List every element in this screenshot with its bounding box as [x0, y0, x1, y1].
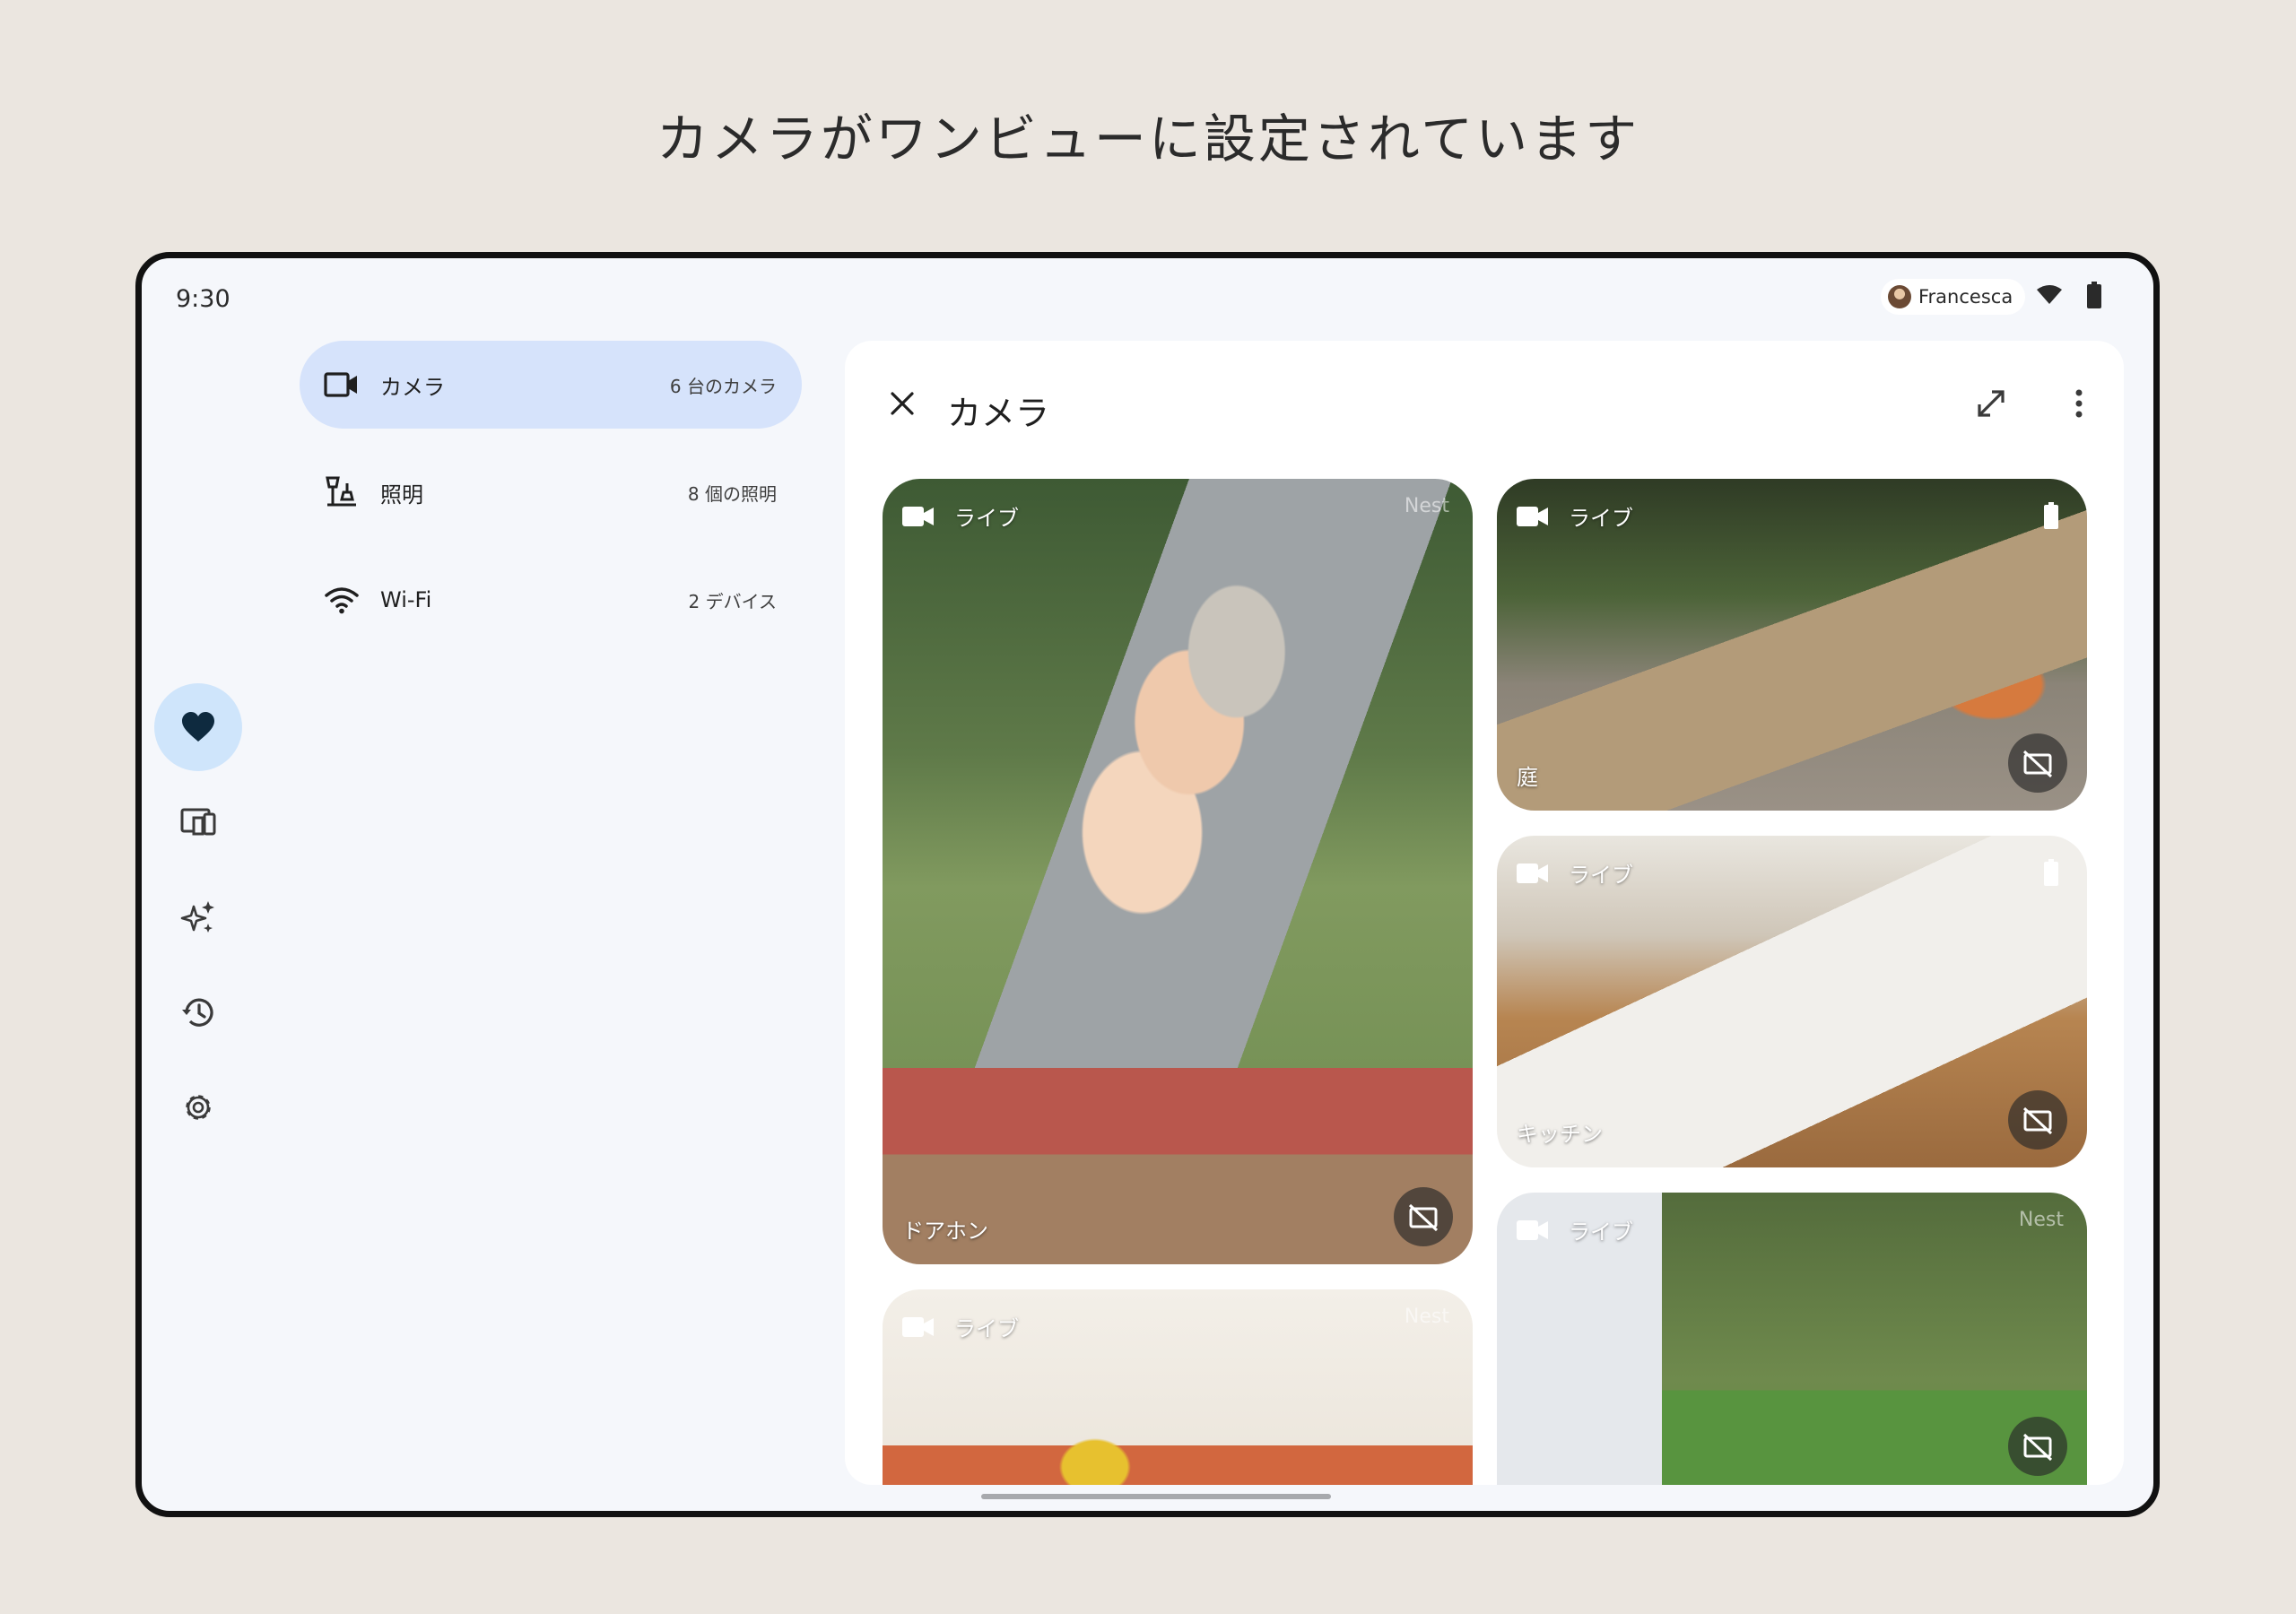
list-item-label: Wi-Fi — [380, 587, 432, 612]
video-icon — [902, 506, 934, 526]
nest-watermark: Nest — [2018, 1209, 2064, 1231]
settings-icon — [186, 1095, 211, 1120]
videocam-off-icon — [2022, 750, 2053, 778]
videocam-off-icon — [2022, 1106, 2053, 1135]
video-icon — [1517, 506, 1548, 526]
lighting-icon — [326, 476, 356, 507]
close-icon — [891, 392, 914, 415]
video-icon — [1517, 1219, 1548, 1240]
video-icon — [902, 1316, 934, 1337]
history-icon — [182, 998, 213, 1027]
camera-tile-living[interactable]: ライブ Nest — [883, 1289, 1473, 1485]
list-item-meta: 6 台のカメラ — [669, 375, 777, 397]
list-item-cameras[interactable]: カメラ 6 台のカメラ — [300, 341, 802, 429]
more-vert-icon — [2075, 389, 2083, 418]
nest-watermark: Nest — [1404, 1306, 1449, 1328]
video-icon — [1517, 863, 1548, 883]
expand-icon — [1978, 390, 2005, 417]
camera-name: ドアホン — [902, 1219, 988, 1244]
rail-favorites-button[interactable] — [154, 683, 242, 771]
wifi-signal-icon — [2037, 285, 2062, 304]
rail-automations-button[interactable] — [154, 873, 242, 961]
camera-off-button[interactable] — [1394, 1187, 1453, 1246]
list-item-label: 照明 — [380, 482, 423, 508]
panel-title: カメラ — [947, 394, 1050, 433]
list-item-meta: 8 個の照明 — [687, 482, 777, 505]
list-item-meta: 2 デバイス — [688, 590, 777, 612]
nest-watermark: Nest — [1404, 495, 1449, 517]
camera-tile-doorbell[interactable]: ライブ Nest ドアホン — [883, 479, 1473, 1264]
camera-tile-kitchen[interactable]: ライブ キッチン — [1497, 836, 2087, 1167]
devices-icon — [180, 808, 216, 836]
account-chip[interactable]: Francesca — [1881, 279, 2026, 315]
close-button[interactable] — [877, 378, 927, 429]
rail-history-button[interactable] — [154, 968, 242, 1056]
cameras-panel: カメラ ライブ Nest ドアホン ライブ 庭 ライブ キッチン ライブ Nes… — [845, 341, 2124, 1485]
avatar — [1888, 285, 1911, 308]
rail-devices-button[interactable] — [154, 778, 242, 866]
camera-off-button[interactable] — [2008, 733, 2067, 793]
status-time: 9:30 — [176, 285, 230, 313]
camera-off-button[interactable] — [2008, 1417, 2067, 1476]
account-name: Francesca — [1918, 286, 2013, 308]
live-label: ライブ — [1569, 506, 1633, 531]
tablet-frame: 9:30 Francesca カメラ 6 台のカメラ 照明 8 個の照明 Wi-… — [135, 252, 2160, 1517]
battery-icon — [2087, 282, 2101, 308]
sparkle-icon — [180, 901, 214, 933]
camera-name: 庭 — [1517, 765, 1538, 790]
live-label: ライブ — [1569, 1219, 1633, 1245]
rail-settings-button[interactable] — [154, 1063, 242, 1151]
battery-icon — [2044, 502, 2058, 529]
live-label: ライブ — [954, 1316, 1019, 1341]
live-label: ライブ — [1569, 863, 1633, 888]
wifi-icon — [325, 587, 359, 614]
heart-icon — [182, 712, 214, 742]
camera-off-button[interactable] — [2008, 1090, 2067, 1150]
expand-button[interactable] — [1966, 378, 2016, 429]
camera-icon — [324, 372, 357, 397]
videocam-off-icon — [1408, 1203, 1439, 1232]
status-icons — [2036, 282, 2102, 308]
list-item-label: カメラ — [380, 374, 445, 400]
home-indicator[interactable] — [981, 1494, 1331, 1499]
list-item-wifi[interactable]: Wi-Fi 2 デバイス — [300, 556, 802, 644]
camera-name: キッチン — [1517, 1122, 1603, 1147]
camera-tile-yard[interactable]: ライブ Nest — [1497, 1193, 2087, 1485]
camera-tile-garden[interactable]: ライブ 庭 — [1497, 479, 2087, 811]
headline: カメラがワンビューに設定されています — [656, 108, 1640, 169]
battery-icon — [2044, 859, 2058, 886]
more-options-button[interactable] — [2054, 378, 2104, 429]
list-item-lighting[interactable]: 照明 8 個の照明 — [300, 448, 802, 536]
live-label: ライブ — [954, 506, 1019, 531]
videocam-off-icon — [2022, 1433, 2053, 1462]
